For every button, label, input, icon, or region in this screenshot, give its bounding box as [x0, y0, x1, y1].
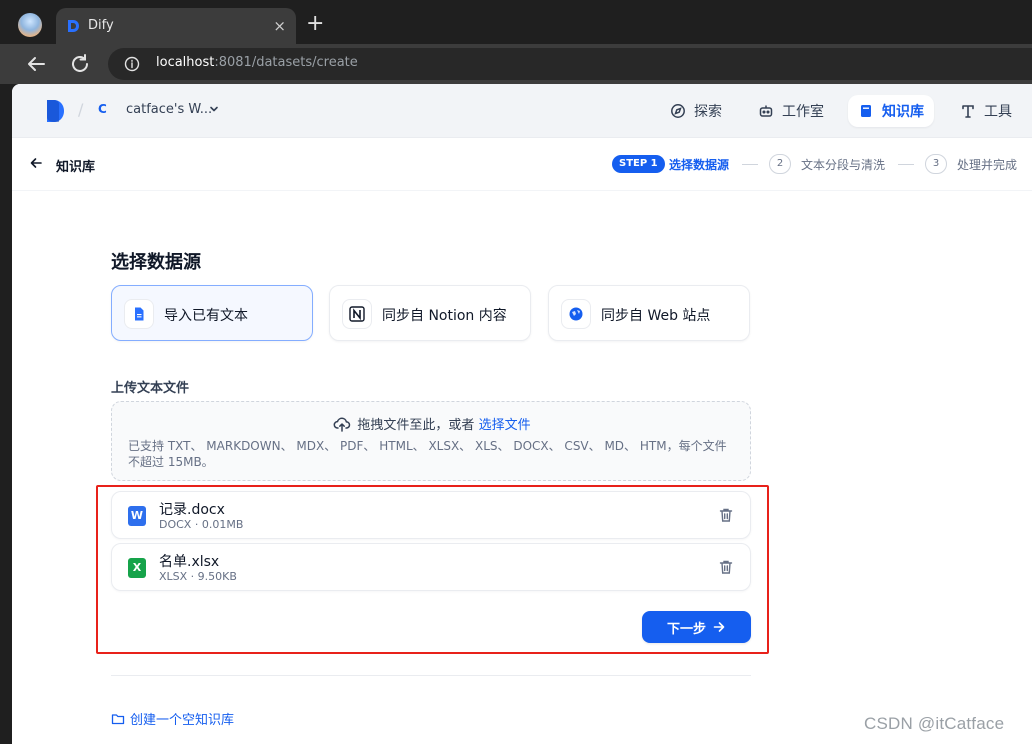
nav-tools-label: 工具	[984, 104, 1012, 120]
supported-formats: 已支持 TXT、 MARKDOWN、 MDX、 PDF、 HTML、 XLSX、…	[128, 439, 727, 469]
source-web[interactable]: 同步自 Web 站点	[548, 285, 750, 341]
url-omnibox[interactable]: localhost:8081/datasets/create	[108, 48, 1032, 80]
compass-icon	[671, 104, 685, 118]
nav-studio[interactable]: 工作室	[748, 95, 834, 127]
chevron-down-icon[interactable]	[208, 103, 220, 115]
tab-close-icon[interactable]: ×	[273, 16, 286, 36]
browser-tab-bar: Dify × +	[0, 0, 1032, 44]
source-notion-label: 同步自 Notion 内容	[382, 308, 507, 324]
info-icon[interactable]	[124, 56, 140, 72]
workspace-avatar[interactable]: C	[98, 102, 107, 116]
annotation-highlight-box	[96, 485, 769, 654]
browser-address-bar: localhost:8081/datasets/create	[0, 44, 1032, 84]
profile-avatar[interactable]	[18, 13, 42, 37]
step2-number: 2	[769, 154, 791, 174]
nav-tools[interactable]: 工具	[950, 95, 1022, 127]
url-host: localhost	[156, 55, 215, 70]
new-tab-icon[interactable]: +	[306, 12, 324, 36]
nav-knowledge-label: 知识库	[882, 104, 924, 120]
source-import-text[interactable]: 导入已有文本	[111, 285, 313, 341]
source-web-label: 同步自 Web 站点	[601, 308, 711, 324]
breadcrumb-knowledge[interactable]: 知识库	[56, 156, 95, 175]
csdn-watermark: CSDN @itCatface	[864, 714, 1005, 733]
nav-explore-label: 探索	[694, 104, 722, 120]
create-empty-knowledge-link[interactable]: 创建一个空知识库	[111, 709, 234, 728]
step1-badge: STEP 1	[612, 155, 665, 173]
step-connector	[742, 164, 758, 165]
url-path: :8081/datasets/create	[214, 55, 358, 70]
dify-logo-icon[interactable]	[44, 98, 66, 124]
tool-icon	[962, 105, 974, 118]
page-title: 选择数据源	[111, 252, 201, 273]
create-empty-label: 创建一个空知识库	[130, 713, 235, 728]
source-notion[interactable]: 同步自 Notion 内容	[329, 285, 531, 341]
source-icon-box	[124, 299, 154, 329]
back-arrow-icon[interactable]	[24, 52, 48, 76]
upload-cloud-icon	[334, 417, 351, 432]
robot-icon	[759, 105, 773, 117]
dropzone-text: 拖拽文件至此，或者 选择文件	[112, 414, 752, 433]
back-arrow-icon[interactable]	[28, 155, 44, 171]
globe-icon	[569, 307, 583, 321]
section-divider	[111, 675, 751, 676]
step1-label: 选择数据源	[669, 158, 730, 172]
dropzone-instruction: 拖拽文件至此，或者	[357, 418, 475, 433]
upload-section-label: 上传文本文件	[111, 381, 190, 396]
nav-knowledge[interactable]: 知识库	[848, 95, 934, 127]
tab-title: Dify	[88, 18, 114, 33]
folder-icon	[111, 713, 125, 724]
reload-icon[interactable]	[68, 52, 92, 76]
source-icon-box	[561, 299, 591, 329]
step3-number: 3	[925, 154, 947, 174]
source-icon-box	[342, 299, 372, 329]
notion-icon	[349, 306, 365, 322]
step3-label: 处理并完成	[957, 158, 1018, 172]
header-separator: /	[78, 100, 84, 119]
app-header: / C catface's W... 探索 工作室 知识库 工具	[12, 84, 1032, 138]
dify-app: / C catface's W... 探索 工作室 知识库 工具 知识库 STE…	[12, 84, 1032, 744]
nav-explore[interactable]: 探索	[660, 95, 732, 127]
document-icon	[135, 307, 144, 321]
source-import-text-label: 导入已有文本	[164, 308, 248, 324]
step-bar: 知识库 STEP 1 选择数据源 2 文本分段与清洗 3 处理并完成	[12, 139, 1032, 191]
workspace-name[interactable]: catface's W...	[126, 102, 212, 117]
browser-tab-dify[interactable]: Dify ×	[56, 8, 296, 44]
nav-studio-label: 工作室	[782, 104, 824, 120]
file-dropzone[interactable]: 拖拽文件至此，或者 选择文件 已支持 TXT、 MARKDOWN、 MDX、 P…	[111, 401, 751, 481]
step2-label: 文本分段与清洗	[801, 158, 886, 172]
dify-favicon-icon	[68, 20, 79, 32]
url-text: localhost:8081/datasets/create	[156, 55, 358, 70]
select-file-link[interactable]: 选择文件	[479, 418, 531, 433]
book-icon	[861, 105, 871, 117]
step-connector	[898, 164, 914, 165]
